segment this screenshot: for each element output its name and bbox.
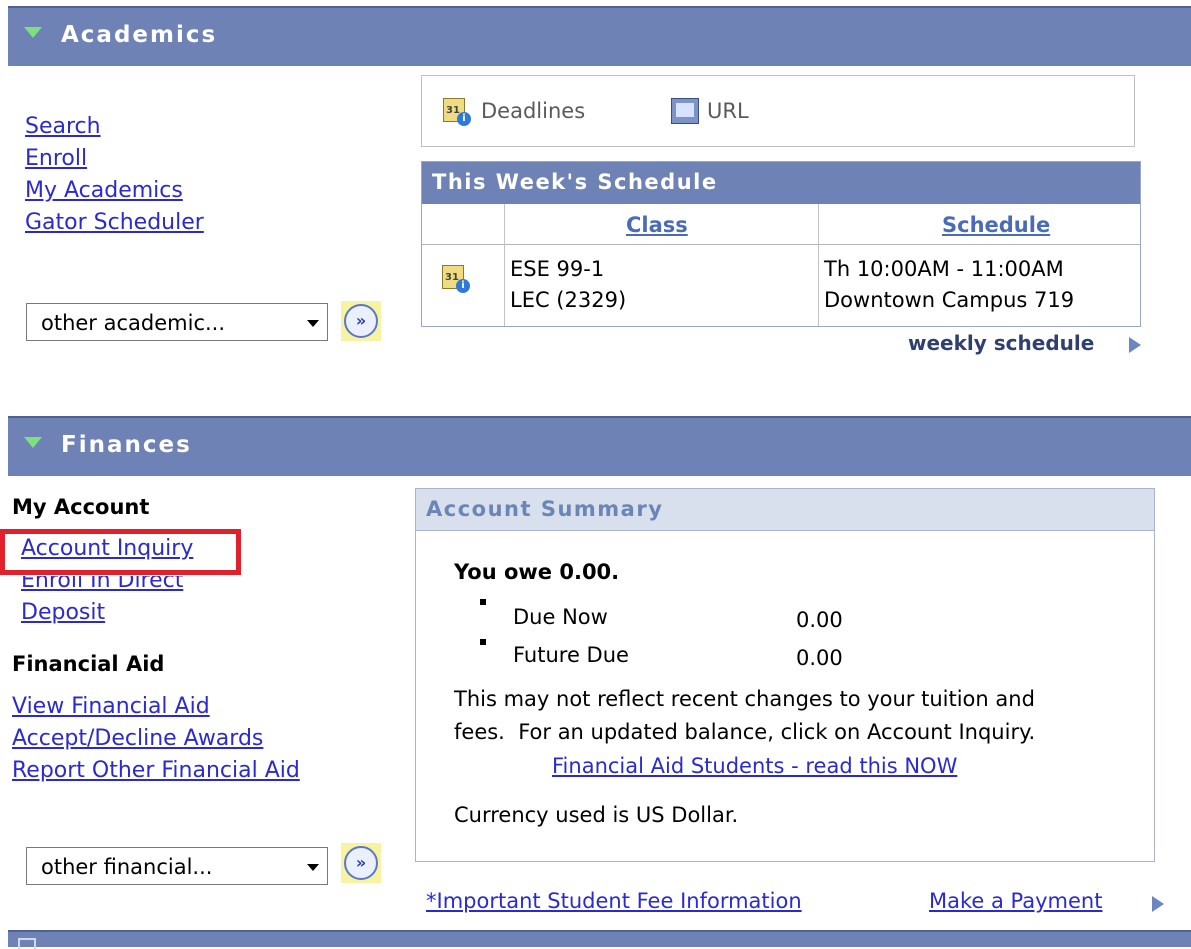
bullet-icon: [480, 639, 486, 645]
url-link[interactable]: URL: [707, 99, 749, 123]
balance-note-line-1: This may not reflect recent changes to y…: [454, 687, 1035, 711]
finances-header[interactable]: Finances: [8, 416, 1191, 476]
deadlines-link[interactable]: Deadlines: [481, 99, 585, 123]
academic-toolbar: 31 i Deadlines URL: [421, 75, 1135, 147]
currency-text: Currency used is US Dollar.: [454, 803, 739, 827]
class-column-header[interactable]: Class: [626, 213, 688, 237]
table-row: 31 i ESE 99-1 LEC (2329) Th 10:00AM - 11:…: [422, 245, 1140, 326]
due-now-label: Due Now: [513, 605, 608, 629]
important-fee-info-link[interactable]: *Important Student Fee Information: [426, 889, 802, 913]
deadlines-calendar-icon: 31 i: [443, 98, 471, 126]
class-line-1: ESE 99-1: [510, 257, 605, 281]
account-summary-header: Account Summary: [416, 489, 1154, 531]
future-due-value: 0.00: [796, 646, 843, 670]
financial-aid-students-link[interactable]: Financial Aid Students - read this NOW: [552, 754, 957, 778]
balance-note-line-2: fees. For an updated balance, click on A…: [454, 720, 1036, 744]
section-icon: [18, 938, 36, 949]
academics-header[interactable]: Academics: [8, 6, 1191, 66]
account-summary-title: Account Summary: [426, 497, 664, 521]
my-account-heading: My Account: [12, 495, 150, 519]
play-arrow-icon: [1152, 896, 1164, 912]
next-section-header[interactable]: [8, 930, 1191, 949]
due-now-value: 0.00: [796, 608, 843, 632]
other-financial-select[interactable]: other financial...: [26, 847, 328, 885]
schedule-line-2: Downtown Campus 719: [824, 288, 1075, 312]
collapse-triangle-icon[interactable]: [24, 27, 42, 38]
class-details-icon[interactable]: 31 i: [442, 265, 470, 293]
financial-aid-heading: Financial Aid: [12, 652, 165, 676]
financial-go-button[interactable]: »: [341, 843, 381, 883]
chevron-down-icon: [307, 320, 319, 327]
go-arrows-icon: »: [344, 304, 378, 338]
other-academic-select[interactable]: other academic...: [26, 303, 328, 341]
search-link[interactable]: Search: [25, 114, 101, 140]
finances-title: Finances: [61, 432, 192, 458]
url-icon: [671, 98, 699, 124]
deposit-link[interactable]: Deposit: [21, 600, 105, 626]
report-other-financial-aid-link[interactable]: Report Other Financial Aid: [12, 758, 300, 784]
chevron-down-icon: [307, 864, 319, 871]
you-owe-text: You owe 0.00.: [454, 560, 620, 584]
go-arrows-icon: »: [344, 846, 378, 880]
other-academic-select-value: other academic...: [41, 311, 226, 335]
enroll-link[interactable]: Enroll: [25, 146, 87, 172]
bullet-icon: [480, 599, 486, 605]
view-financial-aid-link[interactable]: View Financial Aid: [12, 694, 210, 720]
play-arrow-icon: [1129, 337, 1141, 353]
my-academics-link[interactable]: My Academics: [25, 178, 183, 204]
make-payment-link[interactable]: Make a Payment: [929, 889, 1102, 913]
academic-go-button[interactable]: »: [341, 301, 381, 341]
schedule-panel: This Week's Schedule Class Schedule 31 i …: [421, 161, 1141, 327]
highlight-box: [0, 529, 241, 575]
gator-scheduler-link[interactable]: Gator Scheduler: [25, 210, 204, 236]
academics-title: Academics: [61, 22, 218, 48]
class-line-2: LEC (2329): [510, 288, 627, 312]
future-due-label: Future Due: [513, 643, 629, 667]
account-summary-panel: Account Summary You owe 0.00. Due Now 0.…: [415, 488, 1155, 862]
schedule-column-header[interactable]: Schedule: [942, 213, 1050, 237]
schedule-header-row: Class Schedule: [422, 204, 1140, 245]
accept-decline-awards-link[interactable]: Accept/Decline Awards: [12, 726, 263, 752]
schedule-header: This Week's Schedule: [422, 162, 1140, 204]
schedule-title: This Week's Schedule: [432, 170, 718, 194]
schedule-line-1: Th 10:00AM - 11:00AM: [824, 257, 1064, 281]
collapse-triangle-icon[interactable]: [24, 437, 42, 448]
other-financial-select-value: other financial...: [41, 855, 213, 879]
weekly-schedule-link[interactable]: weekly schedule: [908, 331, 1094, 355]
